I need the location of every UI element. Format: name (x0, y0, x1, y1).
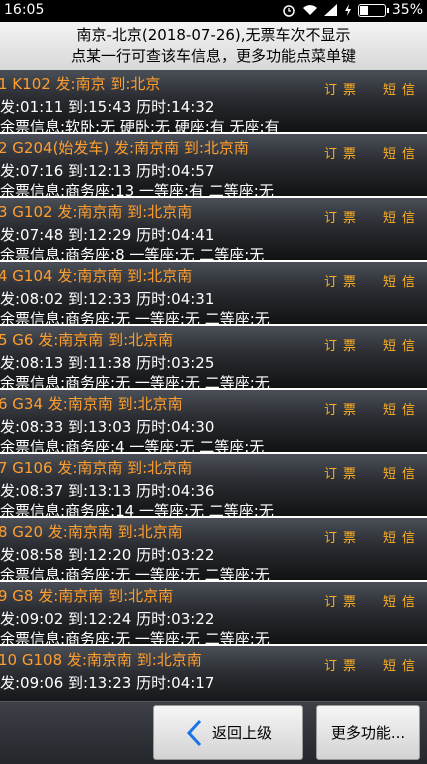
train-time: 发:08:33 到:13:03 历时:04:30 (0, 418, 215, 436)
order-ticket-button[interactable]: 订票 (324, 591, 362, 610)
order-ticket-button[interactable]: 订票 (324, 207, 362, 226)
train-time: 发:01:11 到:15:43 历时:14:32 (0, 98, 215, 116)
back-label: 返回上级 (211, 724, 272, 742)
status-time: 16:05 (4, 2, 45, 18)
sms-button[interactable]: 短信 (383, 399, 421, 418)
sms-button[interactable]: 短信 (383, 271, 421, 290)
train-row[interactable]: 10 G108 发:南京南 到:北京南 发:09:06 到:13:23 历时:04… (0, 646, 427, 701)
train-header: 5 G6 发:南京南 到:北京南 (0, 331, 174, 349)
order-ticket-button[interactable]: 订票 (324, 143, 362, 162)
train-time: 发:09:06 到:13:23 历时:04:17 (0, 674, 215, 692)
train-row[interactable]: 2 G204(始发车) 发:南京南 到:北京南 发:07:16 到:12:13 历… (0, 134, 427, 200)
order-ticket-button[interactable]: 订票 (324, 463, 362, 482)
train-row[interactable]: 7 G106 发:南京南 到:北京南发:08:37 到:13:13 历时:04:… (0, 454, 427, 520)
sms-button[interactable]: 短信 (383, 591, 421, 610)
train-header: 9 G8 发:南京南 到:北京南 (0, 587, 174, 605)
sms-button[interactable]: 短信 (383, 463, 421, 482)
sms-button[interactable]: 短信 (383, 335, 421, 354)
bottom-bar: 返回上级 更多功能... (0, 701, 427, 764)
train-time: 发:07:16 到:12:13 历时:04:57 (0, 162, 215, 180)
train-row[interactable]: 3 G102 发:南京南 到:北京南发:07:48 到:12:29 历时:04:… (0, 198, 427, 264)
train-row[interactable]: 4 G104 发:南京南 到:北京南发:08:02 到:12:33 历时:04:… (0, 262, 427, 328)
charging-icon (344, 4, 351, 16)
back-button[interactable]: 返回上级 (153, 705, 303, 760)
train-time: 发:08:02 到:12:33 历时:04:31 (0, 290, 215, 308)
order-ticket-button[interactable]: 订票 (324, 399, 362, 418)
order-ticket-button[interactable]: 订票 (324, 79, 362, 98)
train-time: 发:07:48 到:12:29 历时:04:41 (0, 226, 215, 244)
train-row[interactable]: 9 G8 发:南京南 到:北京南发:09:02 到:12:24 历时:03:22… (0, 582, 427, 648)
query-header: 南京-北京(2018-07-26),无票车次不显示 点某一行可查该车信息，更多功… (0, 22, 427, 70)
status-bar: 16:05 35% (0, 0, 427, 22)
hint-text: 点某一行可查该车信息，更多功能点菜单键 (70, 47, 356, 65)
train-time: 发:08:13 到:11:38 历时:03:25 (0, 354, 215, 372)
train-header: 6 G34 发:南京南 到:北京南 (0, 395, 183, 413)
train-header: 1 K102 发:南京 到:北京 (0, 75, 161, 93)
train-header: 3 G102 发:南京南 到:北京南 (0, 203, 193, 221)
train-header: 2 G204(始发车) 发:南京南 到:北京南 (0, 139, 249, 157)
train-row[interactable]: 6 G34 发:南京南 到:北京南发:08:33 到:13:03 历时:04:3… (0, 390, 427, 456)
order-ticket-button[interactable]: 订票 (324, 527, 362, 546)
train-time: 发:08:37 到:13:13 历时:04:36 (0, 482, 215, 500)
train-row[interactable]: 8 G20 发:南京南 到:北京南发:08:58 到:12:20 历时:03:2… (0, 518, 427, 584)
order-ticket-button[interactable]: 订票 (324, 271, 362, 290)
train-header: 4 G104 发:南京南 到:北京南 (0, 267, 193, 285)
train-header: 7 G106 发:南京南 到:北京南 (0, 459, 193, 477)
alarm-icon (283, 5, 295, 17)
chevron-left-icon (186, 719, 202, 746)
train-row[interactable]: 1 K102 发:南京 到:北京发:01:11 到:15:43 历时:14:32… (0, 70, 427, 136)
order-ticket-button[interactable]: 订票 (324, 335, 362, 354)
sms-button[interactable]: 短信 (383, 207, 421, 226)
train-row[interactable]: 5 G6 发:南京南 到:北京南发:08:13 到:11:38 历时:03:25… (0, 326, 427, 392)
train-header: 10 G108 发:南京南 到:北京南 (0, 651, 202, 669)
more-functions-button[interactable]: 更多功能... (316, 705, 420, 760)
train-header: 8 G20 发:南京南 到:北京南 (0, 523, 183, 541)
sms-button[interactable]: 短信 (383, 527, 421, 546)
train-list[interactable]: 1 K102 发:南京 到:北京发:01:11 到:15:43 历时:14:32… (0, 70, 427, 701)
sms-button[interactable]: 短信 (383, 655, 421, 674)
sms-button[interactable]: 短信 (383, 79, 421, 98)
battery-percent: 35% (391, 2, 423, 18)
train-time: 发:08:58 到:12:20 历时:03:22 (0, 546, 215, 564)
battery-icon (357, 3, 389, 17)
wifi-icon (302, 5, 317, 15)
route-title: 南京-北京(2018-07-26),无票车次不显示 (76, 26, 351, 44)
train-time: 发:09:02 到:12:24 历时:03:22 (0, 610, 215, 628)
sms-button[interactable]: 短信 (383, 143, 421, 162)
more-label: 更多功能... (330, 724, 406, 742)
order-ticket-button[interactable]: 订票 (324, 655, 362, 674)
status-icons: 35% (282, 2, 423, 18)
signal-icon (323, 4, 337, 16)
